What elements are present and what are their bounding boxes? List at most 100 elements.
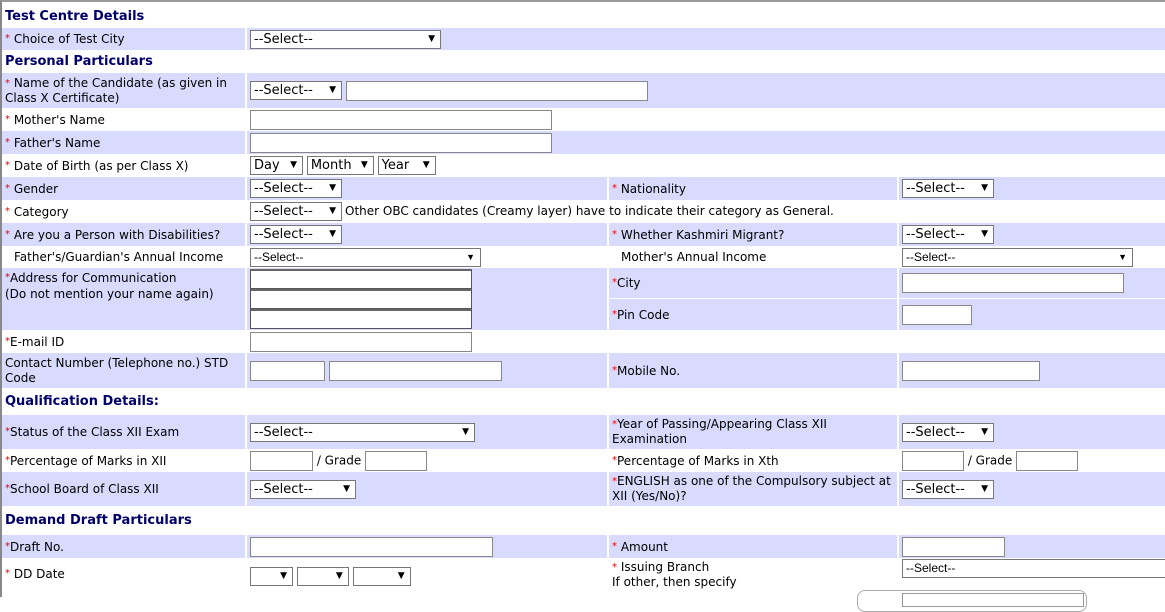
- chevron-down-icon: ▼: [981, 483, 988, 494]
- row-percentages: *Percentage of Marks in XII / Grade *Per…: [2, 449, 1165, 472]
- category-label: Category: [13, 204, 69, 219]
- section-test-centre: Test Centre Details: [5, 8, 145, 24]
- gender-label: Gender: [13, 181, 59, 196]
- row-email: *E-mail ID: [2, 330, 1165, 353]
- mobile-input[interactable]: [902, 360, 1040, 381]
- nationality-label: Nationality: [620, 181, 686, 196]
- candidate-name-input[interactable]: [345, 80, 648, 101]
- chevron-down-icon: ▼: [462, 426, 469, 437]
- gender-select[interactable]: --Select-- ▼: [250, 179, 342, 198]
- chevron-down-icon: ▼: [428, 33, 435, 44]
- disability-select[interactable]: --Select-- ▼: [250, 225, 342, 244]
- chevron-down-icon: ▼: [981, 183, 988, 193]
- disability-label: Are you a Person with Disabilities?: [13, 227, 221, 242]
- x-percent-label: Percentage of Marks in Xth: [617, 453, 779, 468]
- row-disability-migrant: * Are you a Person with Disabilities? --…: [2, 223, 1165, 246]
- dd-month-select[interactable]: ▼: [296, 567, 349, 586]
- draft-no-input[interactable]: [250, 536, 493, 557]
- row-category: * Category --Select-- ▼ Other OBC candidat…: [2, 200, 1165, 223]
- xii-grade-label: / Grade: [316, 453, 362, 467]
- row-dob: * Date of Birth (as per Class X) Day ▼ Mo…: [2, 154, 1165, 177]
- xii-board-select[interactable]: --Select-- ▼: [250, 479, 356, 499]
- issuing-branch-select[interactable]: --Select--: [902, 559, 1165, 578]
- dd-day-select[interactable]: ▼: [250, 567, 293, 586]
- nationality-select[interactable]: --Select-- ▼: [902, 179, 994, 198]
- address-line-3-input[interactable]: [250, 309, 472, 329]
- chevron-down-icon: ▼: [343, 483, 350, 494]
- contact-label: Contact Number (Telephone no.) STD Code: [5, 355, 229, 385]
- section-personal: Personal Particulars: [5, 53, 153, 69]
- english-select[interactable]: --Select-- ▼: [902, 479, 994, 499]
- xii-board-label: School Board of Class XII: [10, 482, 159, 496]
- chevron-down-icon: ▼: [329, 85, 336, 95]
- section-demand-draft: Demand Draft Particulars: [5, 512, 192, 528]
- row-draft-amount: *Draft No. * Amount: [2, 535, 1165, 558]
- issuing-branch-label: Issuing Branch: [620, 560, 710, 574]
- chevron-down-icon: ▼: [329, 183, 336, 193]
- application-form: Test Centre Details * Choice of Test Cit…: [2, 5, 1165, 598]
- kashmiri-migrant-select[interactable]: --Select-- ▼: [902, 225, 994, 244]
- category-select[interactable]: --Select-- ▼: [250, 202, 342, 221]
- issuing-branch-sublabel: If other, then specify: [612, 575, 737, 589]
- father-income-select[interactable]: --Select-- ▼: [250, 247, 481, 267]
- mother-income-select[interactable]: --Select-- ▼: [902, 247, 1133, 267]
- chevron-down-icon: ▼: [1118, 251, 1127, 262]
- address-label: Address for Communication: [10, 271, 177, 285]
- std-code-input[interactable]: [250, 360, 325, 381]
- english-label: ENGLISH as one of the Compulsory subject…: [612, 474, 891, 503]
- xii-percent-input[interactable]: [250, 450, 313, 471]
- mobile-label: Mobile No.: [617, 363, 681, 378]
- chevron-down-icon: ▼: [335, 571, 343, 581]
- email-input[interactable]: [250, 331, 472, 352]
- chevron-down-icon: ▼: [280, 571, 287, 581]
- telephone-input[interactable]: [328, 360, 502, 381]
- name-title-select[interactable]: --Select-- ▼: [250, 81, 342, 100]
- chevron-down-icon: ▼: [981, 426, 988, 437]
- row-father-name: * Father's Name: [2, 131, 1165, 154]
- row-contact-mobile: Contact Number (Telephone no.) STD Code …: [2, 353, 1165, 388]
- father-income-label: Father's/Guardian's Annual Income: [14, 250, 224, 264]
- address-line-2-input[interactable]: [250, 289, 472, 309]
- city-label: City: [617, 276, 641, 290]
- father-name-input[interactable]: [250, 132, 552, 153]
- row-address-city: *Address for Communication (Do not mentio…: [2, 268, 1165, 330]
- pin-input[interactable]: [902, 304, 972, 325]
- chevron-down-icon: ▼: [466, 251, 475, 262]
- mother-name-label: Mother's Name: [13, 112, 105, 127]
- x-grade-input[interactable]: [1016, 450, 1079, 471]
- test-city-select[interactable]: --Select-- ▼: [250, 29, 441, 49]
- chevron-down-icon: ▼: [981, 229, 988, 239]
- row-income: Father's/Guardian's Annual Income --Sele…: [2, 246, 1165, 268]
- xii-year-select[interactable]: --Select-- ▼: [902, 422, 994, 442]
- chevron-down-icon: ▼: [329, 206, 336, 216]
- required-marker: *: [5, 33, 10, 44]
- category-note: Other OBC candidates (Creamy layer) have…: [345, 204, 834, 218]
- father-name-label: Father's Name: [13, 135, 101, 150]
- row-test-city: * Choice of Test City --Select-- ▼: [2, 28, 1165, 50]
- email-label: E-mail ID: [10, 334, 65, 349]
- row-board-english: *School Board of Class XII --Select-- ▼ *…: [2, 472, 1165, 506]
- dob-month-select[interactable]: Month ▼: [306, 156, 374, 175]
- chevron-down-icon: ▼: [360, 160, 368, 170]
- chevron-down-icon: ▼: [329, 229, 336, 239]
- amount-input[interactable]: [902, 536, 1005, 557]
- dob-year-select[interactable]: Year ▼: [377, 156, 436, 175]
- row-gender-nationality: * Gender --Select-- ▼ * Nationality --Sel…: [2, 177, 1165, 200]
- xii-status-select[interactable]: --Select-- ▼: [250, 422, 475, 442]
- row-mother-name: * Mother's Name: [2, 108, 1165, 131]
- x-percent-input[interactable]: [902, 450, 964, 471]
- test-city-label: Choice of Test City: [13, 32, 125, 46]
- row-xii-status-year: *Status of the Class XII Exam --Select--…: [2, 415, 1165, 449]
- kashmiri-migrant-label: Whether Kashmiri Migrant?: [620, 227, 785, 242]
- x-grade-label: / Grade: [967, 453, 1013, 467]
- city-input[interactable]: [902, 273, 1124, 293]
- xii-status-label: Status of the Class XII Exam: [10, 425, 180, 439]
- xii-grade-input[interactable]: [365, 450, 428, 471]
- mother-name-input[interactable]: [250, 109, 552, 130]
- chevron-down-icon: ▼: [397, 571, 405, 581]
- address-line-1-input[interactable]: [250, 269, 472, 289]
- dob-day-select[interactable]: Day ▼: [250, 156, 303, 175]
- dob-label: Date of Birth (as per Class X): [13, 158, 189, 173]
- branch-specify-input[interactable]: [902, 593, 1084, 607]
- dd-year-select[interactable]: ▼: [352, 567, 411, 586]
